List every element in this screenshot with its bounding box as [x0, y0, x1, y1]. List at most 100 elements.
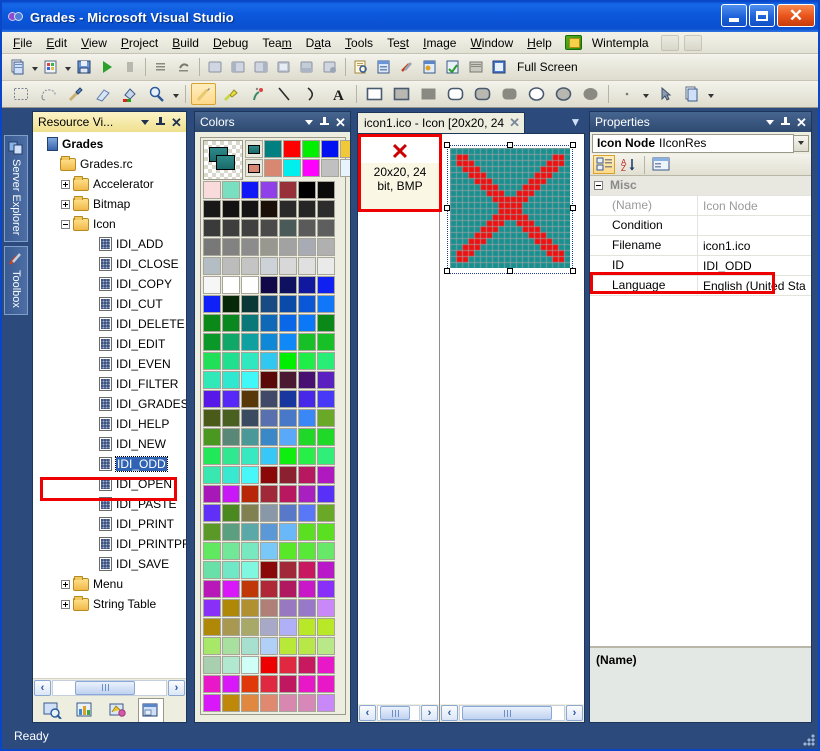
- properties-close-icon[interactable]: ✕: [794, 114, 809, 130]
- magnifier-dropdown-icon[interactable]: [171, 83, 180, 105]
- color-swatch[interactable]: [298, 637, 316, 655]
- menu-edit[interactable]: Edit: [39, 34, 74, 52]
- rounded-rect-outline-tool[interactable]: [443, 83, 468, 105]
- resize-grip[interactable]: [802, 733, 816, 747]
- preview-scroll-left-button[interactable]: ‹: [359, 705, 376, 721]
- color-swatch[interactable]: [317, 675, 335, 693]
- menu-tools[interactable]: Tools: [338, 34, 380, 52]
- colors-close-icon[interactable]: ✕: [333, 114, 348, 130]
- maximize-button[interactable]: [749, 4, 775, 27]
- color-swatch[interactable]: [260, 276, 278, 294]
- color-swatch[interactable]: [279, 314, 297, 332]
- color-swatch[interactable]: [317, 276, 335, 294]
- color-swatch[interactable]: [279, 200, 297, 218]
- color-swatch[interactable]: [279, 295, 297, 313]
- tree-node[interactable]: Bitmap: [35, 194, 186, 214]
- menu-data[interactable]: Data: [299, 34, 338, 52]
- color-swatch[interactable]: [203, 276, 221, 294]
- color-swatch[interactable]: [317, 599, 335, 617]
- color-swatch[interactable]: [279, 371, 297, 389]
- color-swatch[interactable]: [317, 295, 335, 313]
- color-swatch[interactable]: [279, 352, 297, 370]
- color-swatch[interactable]: [203, 181, 221, 199]
- rectangle-outline-tool[interactable]: [362, 83, 387, 105]
- property-manager-tab[interactable]: [105, 698, 131, 722]
- menu-test[interactable]: Test: [380, 34, 416, 52]
- properties-row[interactable]: Language English (United Sta: [590, 275, 811, 296]
- tree-node[interactable]: Grades: [35, 134, 186, 154]
- color-swatch[interactable]: [317, 485, 335, 503]
- color-swatch[interactable]: [260, 637, 278, 655]
- color-swatch[interactable]: [203, 257, 221, 275]
- color-swatch[interactable]: [203, 618, 221, 636]
- comment-icon[interactable]: [150, 56, 172, 78]
- eyedropper-tool[interactable]: [63, 83, 88, 105]
- color-swatch[interactable]: [279, 618, 297, 636]
- color-swatch[interactable]: [222, 314, 240, 332]
- property-value[interactable]: IDI_ODD: [698, 259, 811, 273]
- resource-view-close-icon[interactable]: ✕: [169, 114, 184, 130]
- tree-node[interactable]: Accelerator: [35, 174, 186, 194]
- colors-row-inverse[interactable]: [245, 159, 350, 177]
- rounded-rect-solid-tool[interactable]: [497, 83, 522, 105]
- color-swatch[interactable]: [241, 523, 259, 541]
- color-swatch[interactable]: [222, 333, 240, 351]
- color-swatch[interactable]: [279, 485, 297, 503]
- color-swatch[interactable]: [340, 159, 350, 177]
- canvas-scroll-left-button[interactable]: ‹: [441, 705, 458, 721]
- color-swatch[interactable]: [317, 371, 335, 389]
- rectangle-filled-tool[interactable]: [389, 83, 414, 105]
- color-swatch[interactable]: [298, 504, 316, 522]
- color-swatch[interactable]: [321, 140, 339, 158]
- color-swatch[interactable]: [241, 390, 259, 408]
- line-tool[interactable]: [272, 83, 297, 105]
- color-swatch[interactable]: [260, 257, 278, 275]
- color-swatch[interactable]: [222, 637, 240, 655]
- color-swatch[interactable]: [222, 428, 240, 446]
- canvas-scroll-thumb[interactable]: [462, 706, 552, 720]
- color-swatch[interactable]: [317, 580, 335, 598]
- color-swatch[interactable]: [203, 352, 221, 370]
- color-swatch[interactable]: [222, 485, 240, 503]
- color-swatch[interactable]: [203, 542, 221, 560]
- color-swatch[interactable]: [222, 523, 240, 541]
- color-swatch[interactable]: [317, 523, 335, 541]
- resize-handle-sw[interactable]: [444, 268, 450, 274]
- tree-node[interactable]: Grades.rc: [35, 154, 186, 174]
- rectangle-solid-tool[interactable]: [416, 83, 441, 105]
- color-swatch[interactable]: [279, 257, 297, 275]
- color-swatch[interactable]: [260, 314, 278, 332]
- color-swatch[interactable]: [222, 618, 240, 636]
- color-swatch[interactable]: [298, 181, 316, 199]
- color-swatch[interactable]: [298, 333, 316, 351]
- menubar-extra-icon-1[interactable]: [660, 34, 679, 51]
- color-swatch[interactable]: [222, 352, 240, 370]
- color-swatch[interactable]: [317, 561, 335, 579]
- color-swatch[interactable]: [279, 409, 297, 427]
- color-swatch[interactable]: [264, 159, 282, 177]
- color-swatch[interactable]: [260, 181, 278, 199]
- color-swatch[interactable]: [203, 219, 221, 237]
- save-all-icon[interactable]: [73, 56, 95, 78]
- add-new-item-icon[interactable]: [40, 56, 62, 78]
- color-swatch[interactable]: [317, 428, 335, 446]
- color-swatch[interactable]: [279, 637, 297, 655]
- resize-handle-n[interactable]: [507, 142, 513, 148]
- magnifier-tool[interactable]: [144, 83, 169, 105]
- tree-node[interactable]: IDI_PRINT: [35, 514, 186, 534]
- color-swatch[interactable]: [241, 675, 259, 693]
- color-swatch[interactable]: [298, 219, 316, 237]
- color-swatch[interactable]: [203, 656, 221, 674]
- menu-file[interactable]: File: [6, 34, 39, 52]
- color-swatch[interactable]: [317, 200, 335, 218]
- window-layout-5-icon[interactable]: [296, 56, 318, 78]
- window-layout-2-icon[interactable]: [227, 56, 249, 78]
- color-swatch[interactable]: [203, 561, 221, 579]
- color-swatch[interactable]: [279, 390, 297, 408]
- color-swatch[interactable]: [241, 504, 259, 522]
- color-swatch[interactable]: [241, 599, 259, 617]
- property-value[interactable]: Icon Node: [698, 199, 811, 213]
- menu-project[interactable]: Project: [114, 34, 165, 52]
- resize-handle-e[interactable]: [570, 205, 576, 211]
- colors-swatch-grid[interactable]: [203, 181, 343, 712]
